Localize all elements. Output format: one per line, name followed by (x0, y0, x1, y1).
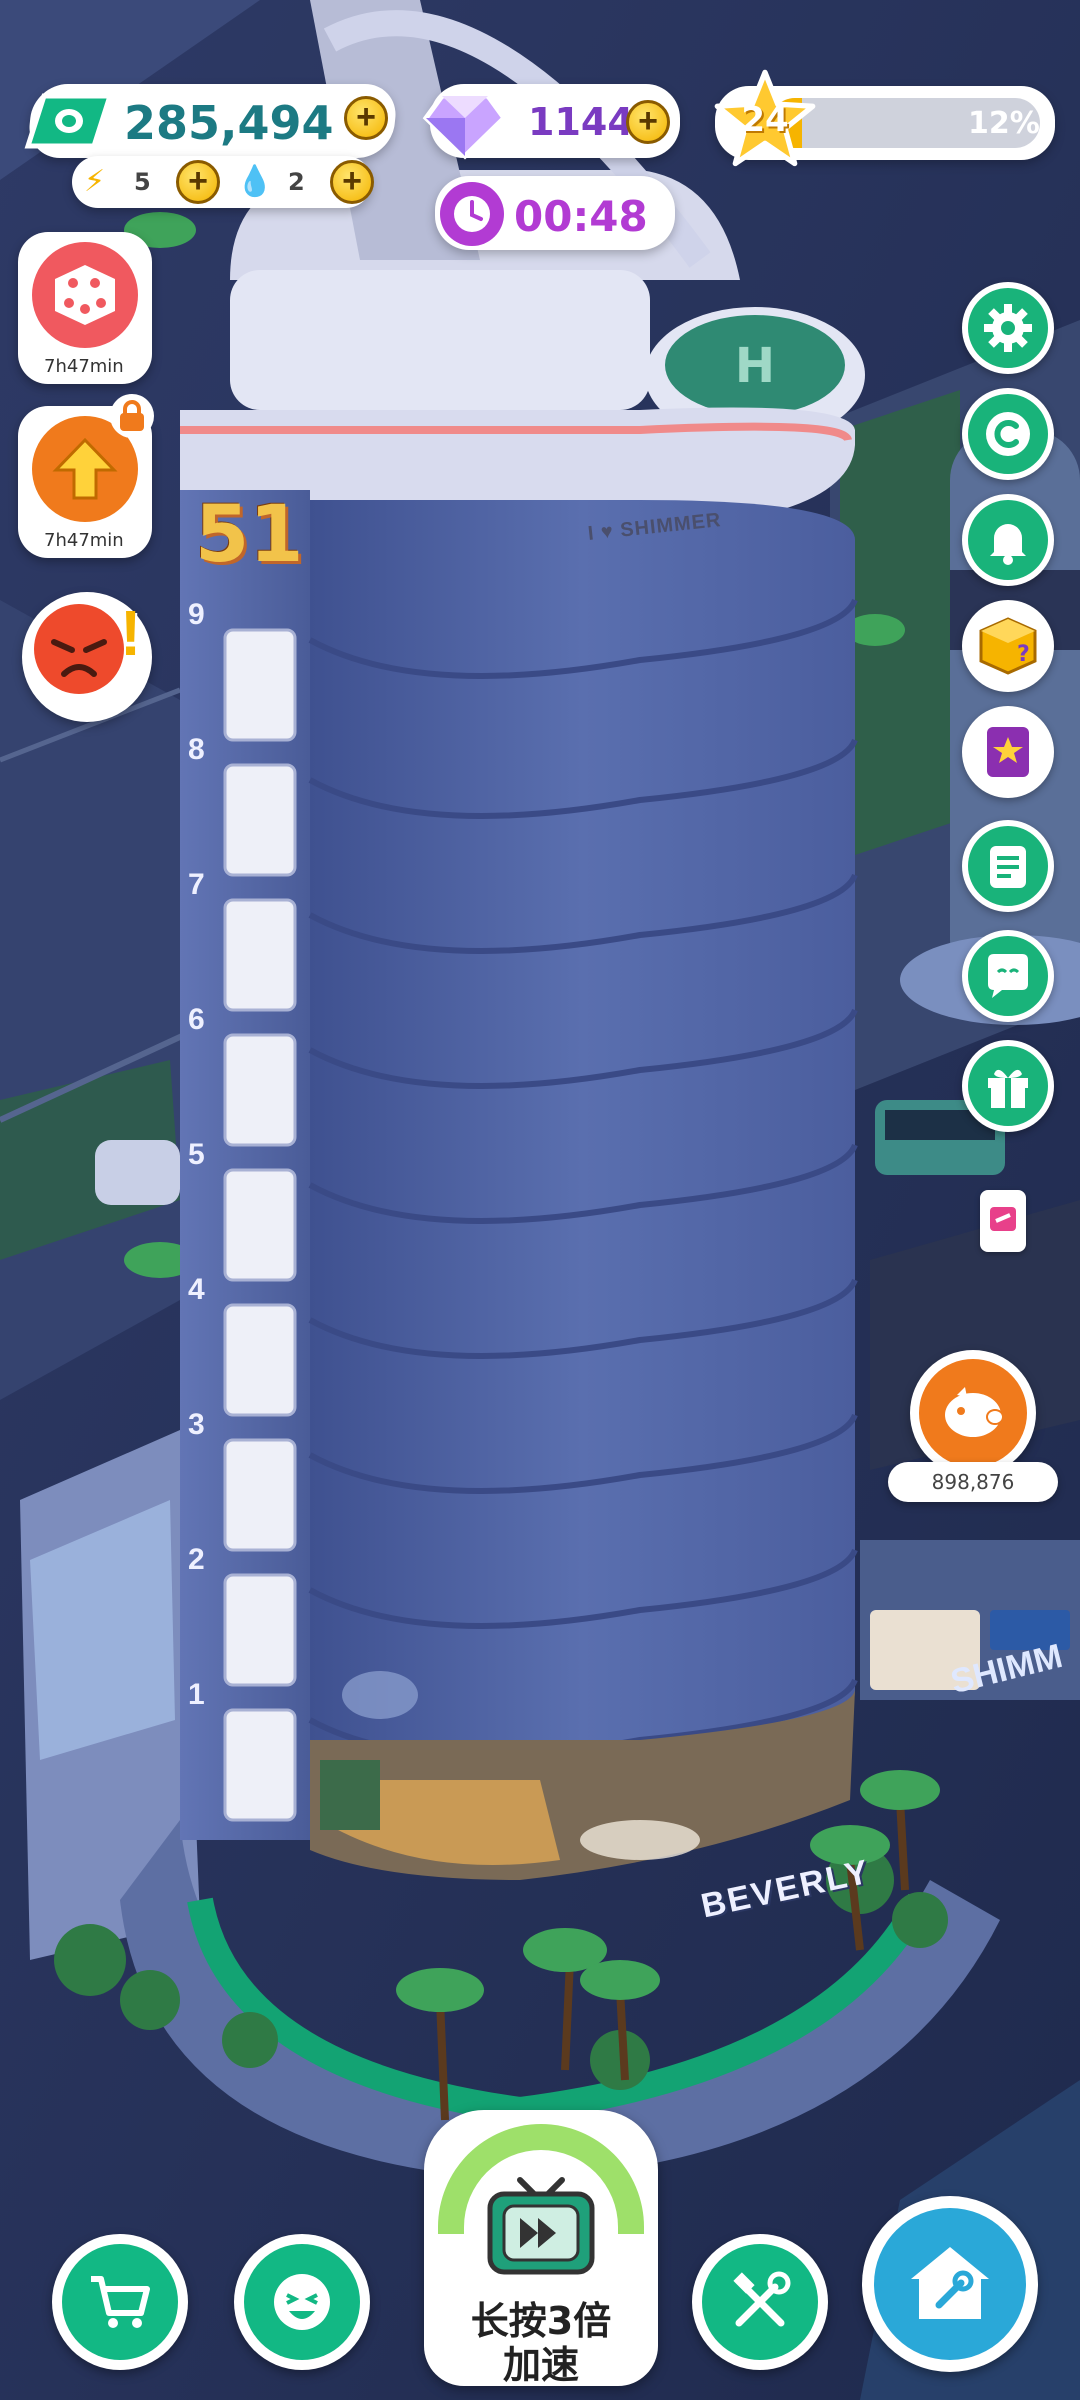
exclamation-icon: ! (120, 597, 142, 669)
speed-up-label-line2: 加速 (502, 2343, 579, 2387)
floor-badge[interactable]: 51 (195, 490, 304, 600)
angry-face-icon (34, 604, 124, 694)
water-add-button[interactable]: + (330, 160, 374, 204)
floor-number[interactable]: 7 (188, 868, 205, 902)
cash-value: 285,494 (124, 96, 334, 150)
dice-timer: 7h47min (44, 356, 124, 377)
energy-value: 5 (134, 168, 151, 196)
laughing-face-icon (244, 2244, 360, 2360)
settings-gear-icon (968, 288, 1048, 368)
gift-icon (968, 1046, 1048, 1126)
build-tools-button[interactable] (692, 2234, 828, 2370)
upgrade-timer: 7h47min (44, 530, 124, 551)
coupon-button[interactable] (962, 388, 1054, 480)
piggy-bank-value: 898,876 (931, 1470, 1015, 1494)
shop-button[interactable] (52, 2234, 188, 2370)
clock-icon (440, 182, 504, 246)
water-value: 2 (288, 168, 305, 196)
svg-text:H: H (735, 338, 775, 394)
house-wrench-icon (874, 2208, 1026, 2360)
coupon-c-icon (968, 394, 1048, 474)
gems-value: 1144 (528, 100, 634, 144)
mystery-box-button[interactable]: ? (962, 600, 1054, 692)
shopping-cart-icon (62, 2244, 178, 2360)
notes-icon (968, 826, 1048, 906)
gems-add-button[interactable]: + (626, 100, 670, 144)
water-drop-icon: 💧 (236, 165, 274, 198)
upgrade-button[interactable]: 7h47min (18, 394, 154, 558)
timer-value: 00:48 (514, 192, 648, 241)
floor-number[interactable]: 1 (188, 1678, 205, 1712)
dice-icon (32, 242, 138, 348)
floor-number[interactable]: 2 (188, 1543, 205, 1577)
piggy-bank-icon (910, 1350, 1036, 1476)
home-button[interactable] (862, 2196, 1038, 2372)
star-book-button[interactable] (962, 706, 1054, 798)
lightning-icon: ⚡ (84, 165, 106, 198)
floor-number[interactable]: 4 (188, 1273, 205, 1307)
cash-add-button[interactable]: + (344, 96, 388, 140)
mystery-box-icon: ? (968, 606, 1048, 686)
gem-icon (420, 76, 510, 166)
star-book-icon (968, 712, 1048, 792)
social-button[interactable] (234, 2234, 370, 2370)
angry-alert-button[interactable]: ! (22, 592, 152, 722)
floor-number[interactable]: 8 (188, 733, 205, 767)
gift-button[interactable] (962, 1040, 1054, 1132)
level-value: 24 (741, 100, 789, 140)
notes-button[interactable] (962, 820, 1054, 912)
floor-number[interactable]: 6 (188, 1003, 205, 1037)
dice-button[interactable]: 7h47min (18, 232, 152, 384)
floor-number[interactable]: 9 (188, 598, 205, 632)
resources-panel (72, 156, 372, 208)
tv-fast-forward-icon (474, 2166, 608, 2278)
notifications-button[interactable] (962, 494, 1054, 586)
xp-progress-label: 12% (968, 106, 1040, 141)
energy-add-button[interactable]: + (176, 160, 220, 204)
chat-button[interactable] (962, 930, 1054, 1022)
piggy-bank-button[interactable]: 898,876 (888, 1350, 1058, 1502)
wrench-hammer-icon (702, 2244, 818, 2360)
chat-icon (968, 936, 1048, 1016)
gem-tag-icon[interactable] (980, 1190, 1026, 1252)
city-scene: H (0, 0, 1080, 2400)
bell-icon (968, 500, 1048, 580)
lock-icon (110, 394, 154, 438)
piggy-bank-value-pill: 898,876 (888, 1462, 1058, 1502)
floor-number[interactable]: 3 (188, 1408, 205, 1442)
floor-number[interactable]: 5 (188, 1138, 205, 1172)
settings-button[interactable] (962, 282, 1054, 374)
cash-icon (24, 88, 114, 154)
svg-text:?: ? (1017, 642, 1030, 667)
speed-up-button[interactable]: 长按3倍 加速 (424, 2110, 658, 2387)
